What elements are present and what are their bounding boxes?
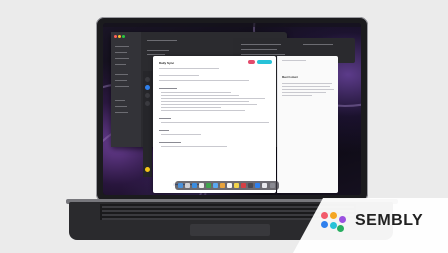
- background-window-sidebar: [111, 32, 141, 147]
- list-item[interactable]: [241, 54, 285, 55]
- note-line: [161, 134, 201, 135]
- panel-text-line: [282, 83, 332, 84]
- sidebar-item[interactable]: [115, 112, 128, 113]
- sidebar-item[interactable]: [115, 46, 129, 47]
- messages-icon[interactable]: [206, 183, 211, 188]
- photos-icon[interactable]: [220, 183, 225, 188]
- app-store-icon[interactable]: [255, 183, 260, 188]
- list-item[interactable]: [147, 54, 165, 55]
- dock: [175, 181, 279, 190]
- sidebar-item[interactable]: [115, 100, 125, 101]
- meeting-meta: [159, 68, 219, 69]
- safari-icon[interactable]: [192, 183, 197, 188]
- settings-icon[interactable]: [248, 183, 253, 188]
- logo-dot: [330, 212, 337, 219]
- logo-dot: [337, 225, 344, 232]
- record-button[interactable]: [248, 60, 255, 64]
- panel-text-line: [282, 95, 312, 96]
- menu-bar: [103, 23, 361, 27]
- section-heading: [159, 118, 171, 119]
- nav-icon-active[interactable]: [145, 85, 150, 90]
- section-heading: [159, 142, 181, 143]
- trackpad: [190, 224, 270, 236]
- note-line: [161, 107, 221, 108]
- zoom-icon[interactable]: [122, 35, 125, 38]
- logo-dot: [321, 212, 328, 219]
- page-title: Daily Sync: [159, 61, 175, 65]
- meeting-content-panel: Meet Content: [277, 56, 338, 193]
- music-icon[interactable]: [241, 183, 246, 188]
- nav-icon[interactable]: [145, 77, 150, 82]
- launchpad-icon[interactable]: [185, 183, 190, 188]
- share-button[interactable]: [257, 60, 272, 64]
- note-line: [161, 101, 249, 102]
- meeting-notes-document: Daily Sync: [153, 56, 276, 193]
- panel-text-line: [282, 86, 330, 87]
- sidebar-item[interactable]: [115, 106, 127, 107]
- sidebar-item[interactable]: [115, 64, 126, 65]
- laptop-screen: Daily Sync Meet Content: [103, 23, 361, 195]
- sembly-app-icon[interactable]: [262, 183, 267, 188]
- sidebar-item[interactable]: [115, 52, 127, 53]
- section-heading: [159, 88, 177, 89]
- avatar[interactable]: [145, 167, 150, 172]
- note-line: [161, 122, 269, 123]
- list-item[interactable]: [241, 49, 277, 50]
- sidebar-item[interactable]: [115, 86, 129, 87]
- list-item[interactable]: [241, 44, 281, 45]
- toolbar-row: [159, 80, 249, 81]
- section-heading: [159, 130, 169, 131]
- chrome-icon[interactable]: [199, 183, 204, 188]
- panel-title: Meet Content: [282, 76, 298, 79]
- logo-dot: [321, 221, 328, 228]
- nav-icon[interactable]: [145, 93, 150, 98]
- panel-text-line: [282, 92, 326, 93]
- panel-tabs[interactable]: [282, 60, 306, 61]
- promo-scene: Daily Sync Meet Content SEMBLY: [0, 0, 448, 253]
- nav-icon[interactable]: [145, 101, 150, 106]
- minimize-icon[interactable]: [118, 35, 121, 38]
- finder-icon[interactable]: [178, 183, 183, 188]
- note-line: [161, 95, 239, 96]
- notes-icon[interactable]: [234, 183, 239, 188]
- app-sidebar: [143, 71, 152, 177]
- participants-row: [159, 75, 199, 76]
- note-line: [161, 92, 231, 93]
- sidebar-item[interactable]: [115, 74, 128, 75]
- calendar-icon[interactable]: [227, 183, 232, 188]
- note-line: [161, 146, 227, 147]
- trash-icon[interactable]: [270, 183, 275, 188]
- window-title: [147, 40, 177, 41]
- note-line: [161, 104, 257, 105]
- sidebar-item[interactable]: [115, 58, 129, 59]
- panel-text-line: [282, 89, 334, 90]
- note-line: [161, 110, 245, 111]
- key-row: [102, 206, 354, 208]
- brand-name: SEMBLY: [355, 212, 424, 229]
- close-icon[interactable]: [114, 35, 117, 38]
- list-item[interactable]: [147, 50, 169, 51]
- logo-dot: [330, 222, 337, 229]
- logo-dot: [339, 216, 346, 223]
- mail-icon[interactable]: [213, 183, 218, 188]
- note-line: [161, 98, 265, 99]
- sidebar-item[interactable]: [115, 80, 127, 81]
- list-item[interactable]: [303, 44, 333, 45]
